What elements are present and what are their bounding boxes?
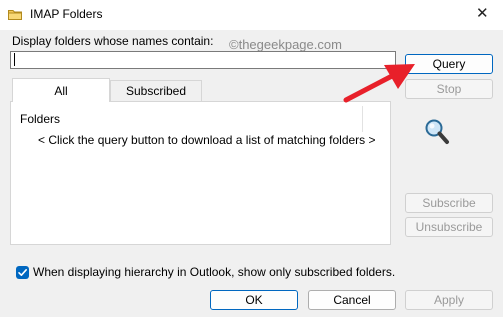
annotation-arrow-icon bbox=[343, 64, 415, 103]
checkmark-icon bbox=[18, 269, 27, 276]
apply-button[interactable]: Apply bbox=[405, 290, 493, 310]
subscribed-only-label[interactable]: When displaying hierarchy in Outlook, sh… bbox=[33, 265, 395, 279]
folder-icon bbox=[8, 10, 22, 20]
filter-label: Display folders whose names contain: bbox=[12, 34, 214, 48]
folder-name-filter-input[interactable] bbox=[10, 51, 396, 69]
tab-subscribed[interactable]: Subscribed bbox=[110, 80, 202, 101]
folders-column-header[interactable]: Folders bbox=[20, 112, 60, 126]
text-caret bbox=[14, 53, 15, 66]
ok-button[interactable]: OK bbox=[210, 290, 298, 310]
subscribed-only-checkbox[interactable] bbox=[16, 266, 29, 279]
folder-list-panel[interactable] bbox=[10, 101, 391, 245]
unsubscribe-button[interactable]: Unsubscribe bbox=[405, 217, 493, 237]
watermark-text: ©thegeekpage.com bbox=[229, 37, 342, 52]
tab-all[interactable]: All bbox=[12, 78, 110, 102]
column-divider bbox=[362, 106, 363, 132]
close-icon[interactable]: ✕ bbox=[476, 6, 489, 21]
magnifier-icon bbox=[425, 119, 449, 144]
cancel-button[interactable]: Cancel bbox=[308, 290, 396, 310]
subscribe-button[interactable]: Subscribe bbox=[405, 193, 493, 213]
empty-list-message: < Click the query button to download a l… bbox=[38, 133, 376, 147]
window-title: IMAP Folders bbox=[30, 7, 103, 21]
